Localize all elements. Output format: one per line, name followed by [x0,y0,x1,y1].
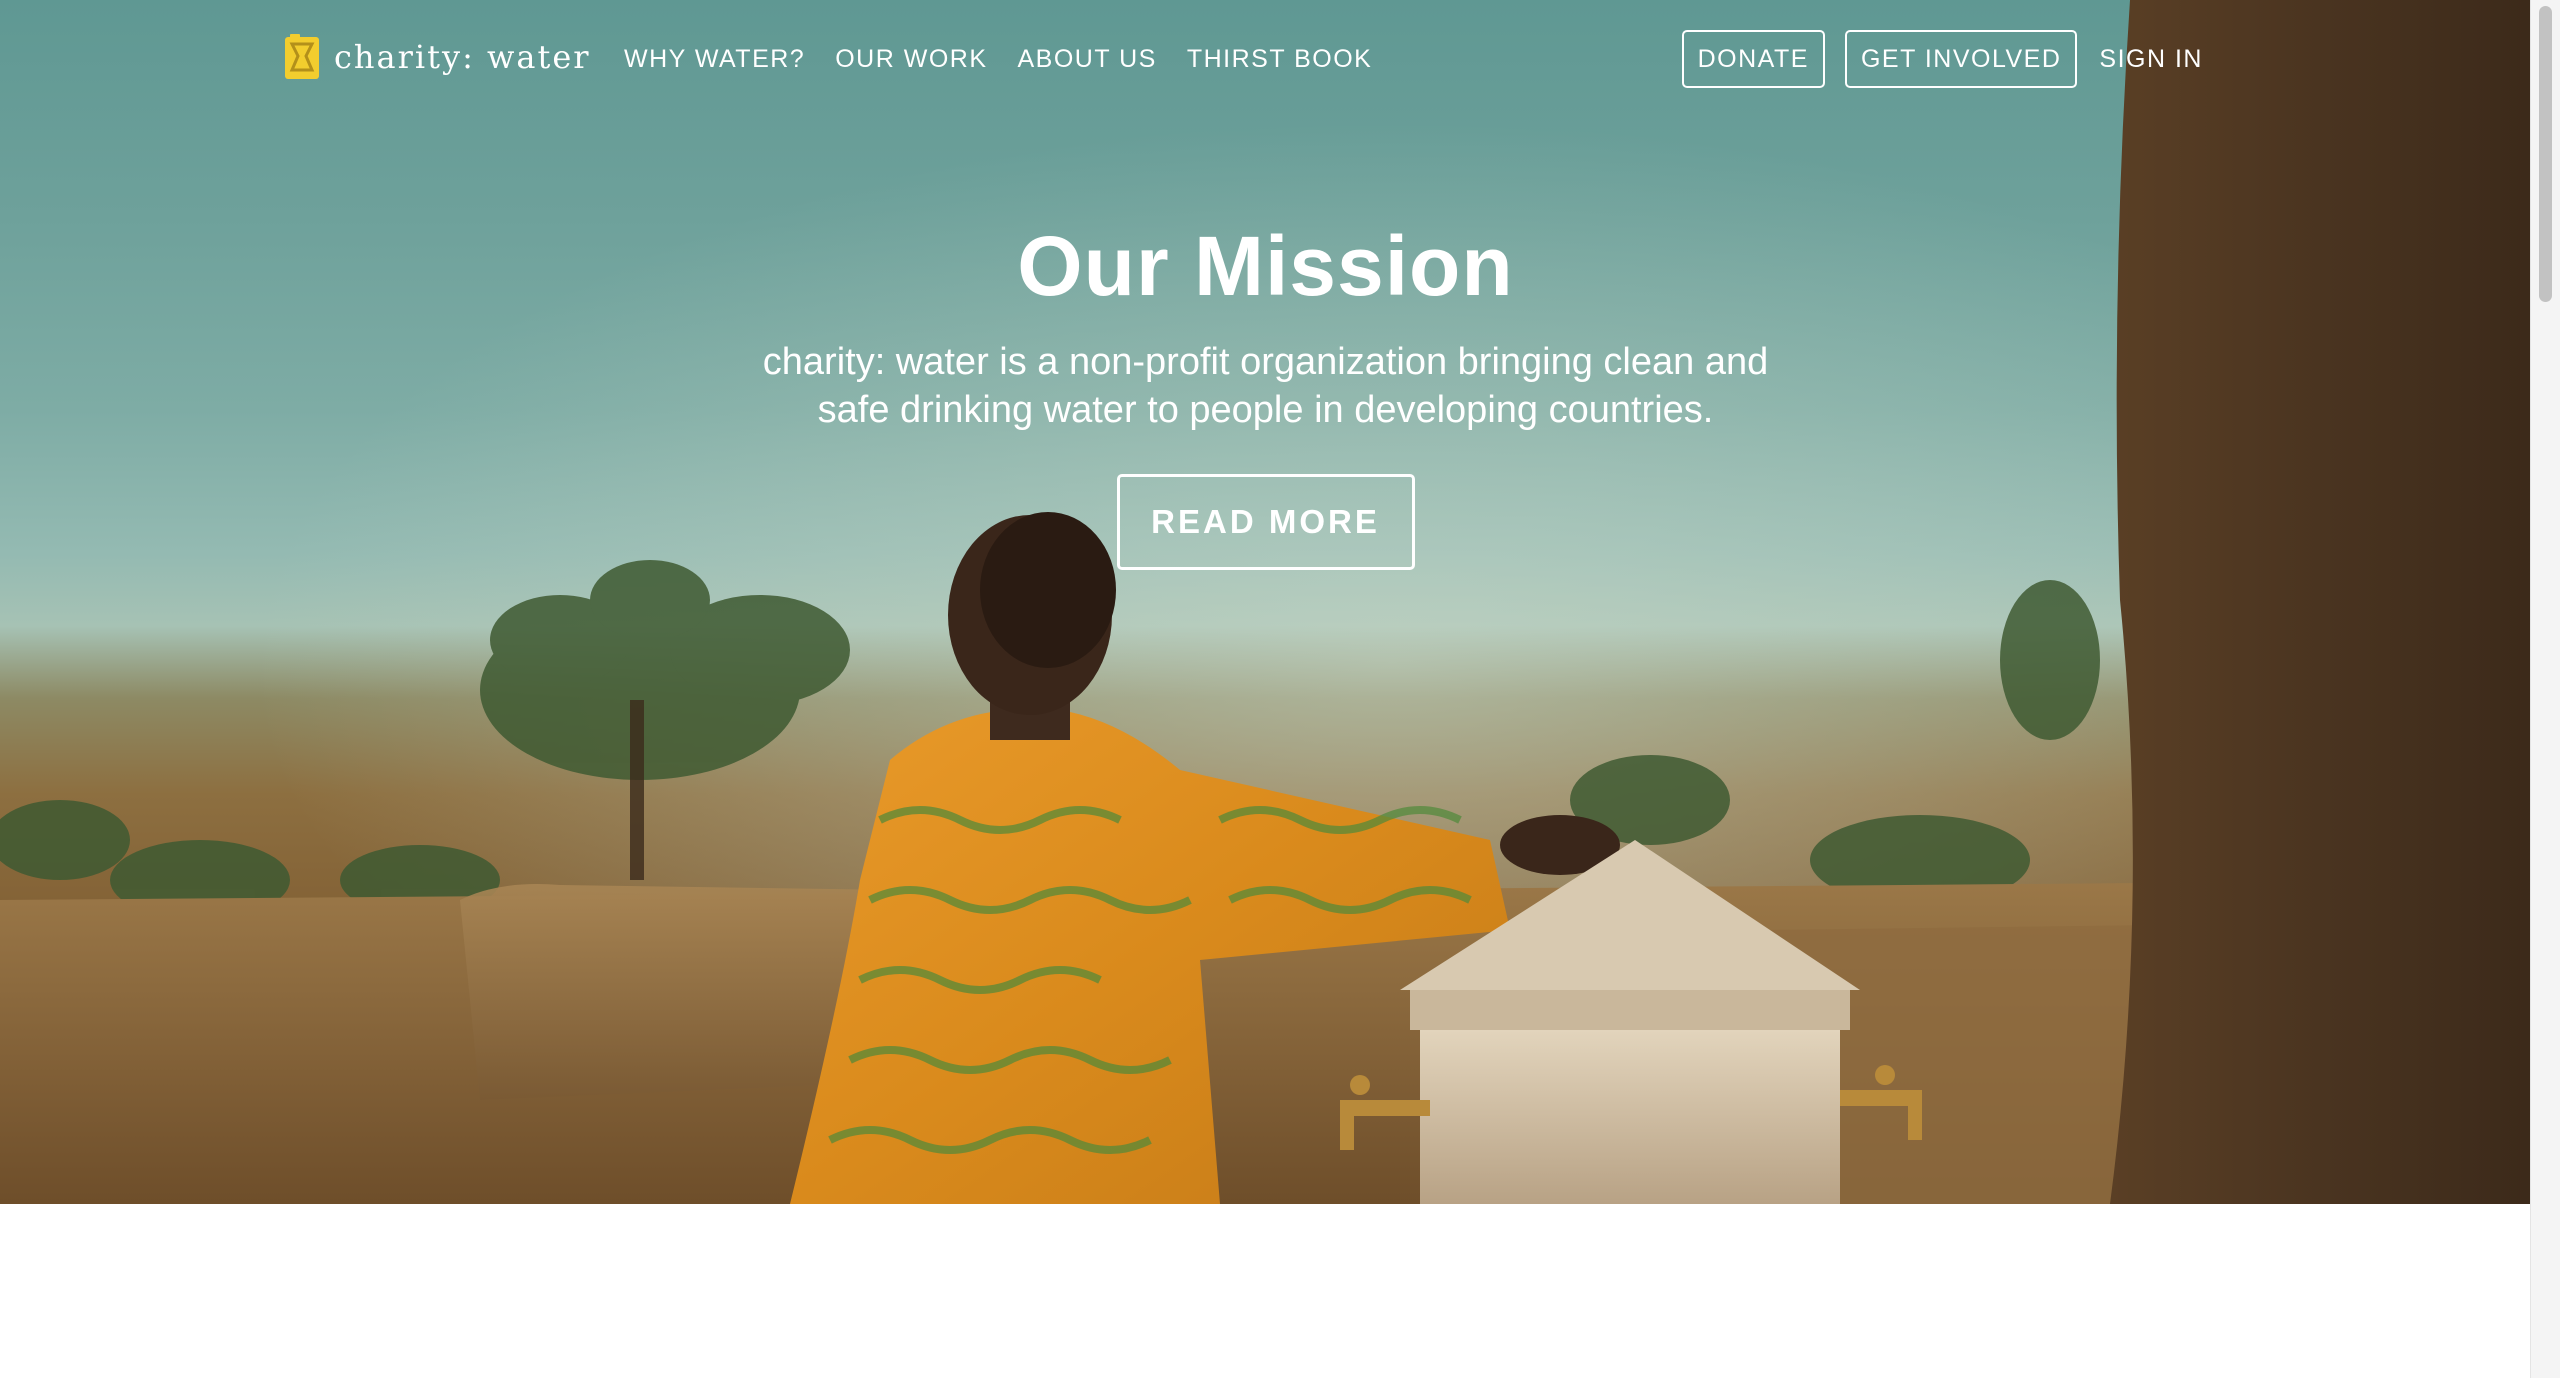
nav-link-why-water[interactable]: WHY WATER? [624,44,805,74]
jerrycan-icon [285,34,319,79]
hero-content: Our Mission charity: water is a non-prof… [0,212,2531,570]
page: charity: water WHY WATER? OUR WORK ABOUT… [0,0,2560,1378]
content-area [0,1204,2531,1378]
logo-text: charity: water [334,38,591,76]
logo[interactable]: charity: water [284,34,591,80]
hero-section: charity: water WHY WATER? OUR WORK ABOUT… [0,0,2531,1204]
nav-link-about-us[interactable]: ABOUT US [1018,44,1157,74]
get-involved-button[interactable]: GET INVOLVED [1844,30,2078,88]
scrollbar-thumb[interactable] [2539,6,2552,302]
top-navigation: charity: water WHY WATER? OUR WORK ABOUT… [0,0,2531,118]
nav-link-thirst-book[interactable]: THIRST BOOK [1187,44,1373,74]
hero-title: Our Mission [1017,219,1514,313]
sign-in-link[interactable]: SIGN IN [2099,45,2203,74]
donate-button[interactable]: DONATE [1681,30,1825,88]
nav-actions: DONATE GET INVOLVED SIGN IN [1681,30,2203,88]
main-menu: WHY WATER? OUR WORK ABOUT US THIRST BOOK [624,44,1402,74]
hero-photo [0,0,2531,1204]
vertical-scrollbar[interactable] [2530,0,2560,1378]
nav-link-our-work[interactable]: OUR WORK [835,44,987,74]
read-more-button[interactable]: READ MORE [1116,474,1415,570]
hero-subtitle: charity: water is a non-profit organizat… [762,341,1769,431]
